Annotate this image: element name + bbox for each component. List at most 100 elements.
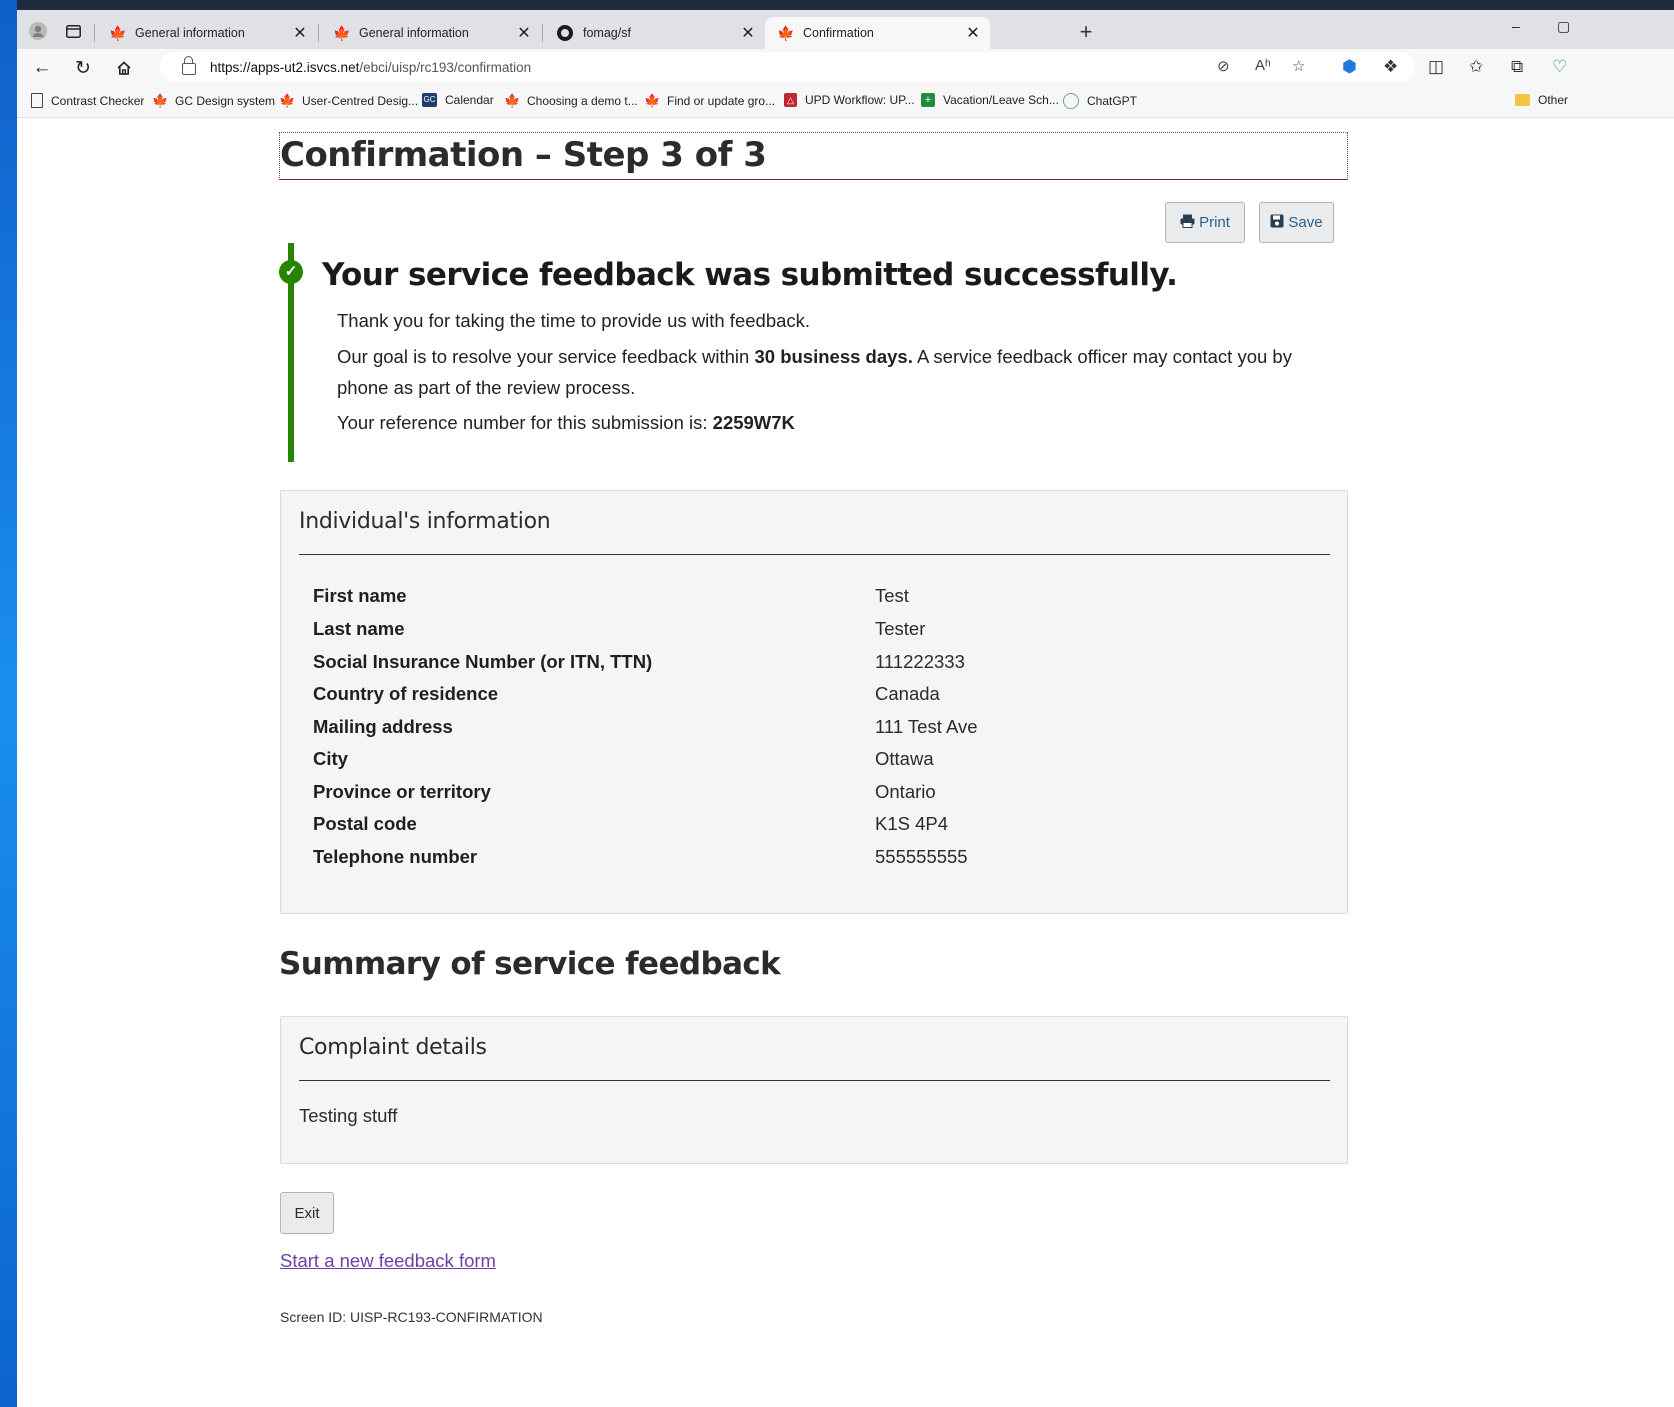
info-row-country: Country of residence Canada [313, 683, 1313, 713]
goal-business-days: 30 business days. [754, 346, 913, 367]
maple-leaf-icon: 🍁 [279, 93, 296, 108]
reference-text: Your reference number for this submissio… [337, 407, 1317, 438]
tab-separator [318, 24, 319, 42]
info-label: Telephone number [313, 846, 478, 867]
info-row-province: Province or territory Ontario [313, 781, 1313, 811]
goal-text-pre: Our goal is to resolve your service feed… [337, 346, 755, 367]
bookmark-label: Vacation/Leave Sch... [943, 93, 1059, 107]
performance-icon[interactable]: ♡ [1552, 57, 1567, 77]
bookmark-label: ChatGPT [1087, 94, 1138, 108]
extensions-puzzle-icon[interactable]: ❖ [1383, 57, 1398, 77]
split-screen-icon[interactable]: ◫ [1428, 57, 1444, 77]
bookmark-contrast-checker[interactable]: Contrast Checker [31, 93, 144, 108]
tracking-prevention-icon[interactable]: ⊘ [1217, 57, 1230, 75]
gc-calendar-icon: GC [422, 93, 437, 107]
bookmark-calendar[interactable]: GC Calendar [422, 93, 494, 107]
document-icon [31, 93, 43, 108]
info-row-last-name: Last name Tester [313, 618, 1313, 648]
bookmark-choosing-a-demo[interactable]: 🍁 Choosing a demo t... [504, 93, 638, 109]
goal-text: Our goal is to resolve your service feed… [337, 341, 1317, 403]
info-value: 111 Test Ave [875, 716, 978, 737]
home-icon[interactable] [110, 55, 138, 81]
info-value: Canada [875, 683, 940, 704]
bookmark-label: Calendar [445, 93, 494, 107]
favorites-list-icon[interactable]: ✩ [1469, 57, 1483, 77]
upd-icon: △ [784, 93, 797, 107]
tab-fomag-sf[interactable]: fomag/sf ✕ [545, 17, 765, 49]
success-message: ✓ Your service feedback was submitted su… [279, 243, 1348, 462]
info-row-mailing-address: Mailing address 111 Test Ave [313, 716, 1313, 746]
desktop-top-edge [0, 0, 1674, 10]
sheets-icon: + [921, 93, 935, 107]
bookmark-other-folder[interactable]: Other [1515, 93, 1568, 107]
tab-confirmation[interactable]: 🍁 Confirmation ✕ [765, 17, 990, 49]
bookmark-upd-workflow[interactable]: △ UPD Workflow: UP... [784, 93, 915, 107]
bookmark-user-centred-design[interactable]: 🍁 User-Centred Desig... [279, 93, 418, 109]
complaint-text: Testing stuff [299, 1105, 398, 1126]
bookmark-chatgpt[interactable]: ChatGPT [1063, 93, 1137, 109]
url-host: https://apps-ut2.isvcs.net [210, 59, 360, 75]
save-button[interactable]: Save [1259, 202, 1334, 243]
collections-icon[interactable]: ⧉ [1511, 57, 1523, 77]
github-icon [557, 25, 573, 41]
info-label: Province or territory [313, 781, 491, 802]
profile-icon[interactable] [25, 18, 51, 44]
thanks-text: Thank you for taking the time to provide… [337, 310, 811, 331]
tab-separator [94, 24, 95, 42]
info-value: K1S 4P4 [875, 813, 949, 834]
bookmark-gc-design-system[interactable]: 🍁 GC Design system [152, 93, 275, 109]
info-row-first-name: First name Test [313, 585, 1313, 615]
close-icon[interactable]: ✕ [737, 23, 759, 43]
info-value: Ontario [875, 781, 936, 802]
panel-divider [299, 1080, 1330, 1081]
url-path: /ebci/uisp/rc193/confirmation [359, 59, 532, 75]
info-value: Ottawa [875, 748, 934, 769]
minimize-icon[interactable]: – [1512, 18, 1520, 34]
bookmark-label: GC Design system [175, 94, 276, 108]
info-label: Social Insurance Number (or ITN, TTN) [313, 651, 653, 672]
info-label: Last name [313, 618, 405, 639]
page-title: Confirmation – Step 3 of 3 [279, 132, 1348, 180]
bookmark-label: Choosing a demo t... [527, 94, 638, 108]
save-label: Save [1288, 214, 1323, 231]
floppy-disk-icon [1270, 214, 1284, 231]
exit-button[interactable]: Exit [280, 1192, 334, 1234]
folder-icon [1515, 94, 1530, 106]
refresh-icon[interactable]: ↻ [69, 55, 97, 81]
print-button[interactable]: Print [1165, 202, 1245, 243]
tab-general-information-2[interactable]: 🍁 General information ✕ [321, 17, 541, 49]
maple-leaf-icon: 🍁 [644, 93, 661, 108]
chatgpt-icon [1063, 93, 1079, 109]
close-icon[interactable]: ✕ [962, 23, 984, 43]
tab-strip: 🍁 General information ✕ 🍁 General inform… [17, 10, 1674, 49]
back-arrow-icon[interactable]: ← [28, 55, 56, 81]
maple-leaf-icon: 🍁 [777, 24, 795, 41]
info-label: Postal code [313, 813, 417, 834]
close-icon[interactable]: ✕ [513, 23, 535, 43]
read-aloud-icon[interactable]: Aʰ [1255, 57, 1271, 74]
bookmark-label: Contrast Checker [51, 93, 145, 108]
shield-extension-icon[interactable]: ⬢ [1342, 57, 1357, 77]
close-icon[interactable]: ✕ [289, 23, 311, 43]
new-tab-button[interactable]: + [1072, 19, 1100, 45]
tab-general-information-1[interactable]: 🍁 General information ✕ [97, 17, 317, 49]
tab-actions-icon[interactable] [60, 18, 86, 44]
bookmarks-bar: Contrast Checker 🍁 GC Design system 🍁 Us… [17, 87, 1674, 118]
start-new-feedback-link[interactable]: Start a new feedback form [280, 1250, 496, 1272]
bookmark-label: Other [1538, 93, 1569, 107]
maximize-icon[interactable]: ▢ [1557, 18, 1570, 35]
printer-icon [1180, 214, 1195, 231]
reference-text-pre: Your reference number for this submissio… [337, 412, 713, 433]
info-label: Country of residence [313, 683, 499, 704]
bookmark-vacation-leave[interactable]: + Vacation/Leave Sch... [921, 93, 1059, 107]
maple-leaf-icon: 🍁 [504, 93, 521, 108]
bookmark-find-or-update[interactable]: 🍁 Find or update gro... [644, 93, 775, 109]
favorite-star-icon[interactable]: ☆ [1292, 57, 1305, 75]
print-label: Print [1199, 214, 1230, 231]
tab-separator [542, 24, 543, 42]
desktop-left-edge [0, 0, 17, 1407]
individual-information-heading: Individual's information [299, 509, 551, 534]
info-label: First name [313, 585, 407, 606]
info-value: 111222333 [875, 651, 965, 672]
info-row-sin: Social Insurance Number (or ITN, TTN) 11… [313, 651, 1313, 681]
